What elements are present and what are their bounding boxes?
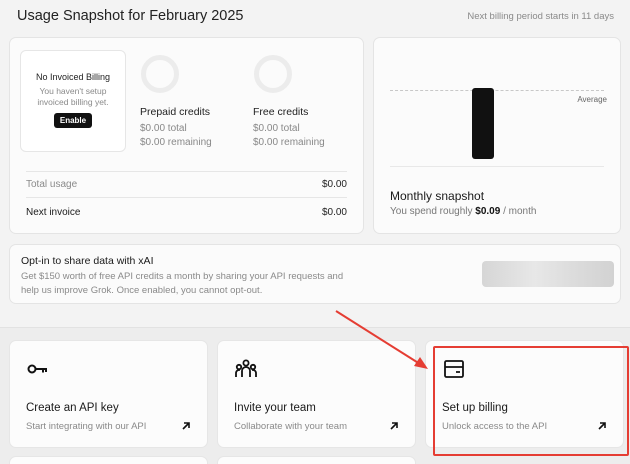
divider <box>26 171 347 172</box>
page-title: Usage Snapshot for February 2025 <box>17 8 244 24</box>
billing-period-note: Next billing period starts in 11 days <box>467 11 614 22</box>
chart-baseline <box>390 166 604 167</box>
action-title: Create an API key <box>26 402 119 414</box>
optin-title: Opt-in to share data with xAI <box>21 255 154 267</box>
optin-description: Get $150 worth of free API credits a mon… <box>21 270 381 298</box>
invoiced-billing-title: No Invoiced Billing <box>35 72 111 82</box>
arrow-up-right-icon <box>182 422 190 430</box>
enable-button[interactable]: Enable <box>53 113 93 128</box>
create-api-key-card[interactable]: Create an API key Start integrating with… <box>9 340 208 448</box>
divider <box>26 197 347 198</box>
prepaid-credits-title: Prepaid credits <box>140 106 211 118</box>
action-subtitle: Start integrating with our API <box>26 421 147 432</box>
free-credits: Free credits $0.00 total $0.00 remaining <box>253 106 325 150</box>
next-invoice-value: $0.00 <box>321 207 347 218</box>
free-credits-total: $0.00 total <box>253 123 300 134</box>
next-row-card <box>217 456 416 464</box>
action-title: Invite your team <box>234 402 316 414</box>
action-subtitle: Collaborate with your team <box>234 421 347 432</box>
team-icon <box>235 359 257 377</box>
invite-team-card[interactable]: Invite your team Collaborate with your t… <box>217 340 416 448</box>
total-usage-label: Total usage <box>26 179 78 190</box>
data-sharing-optin-card: Opt-in to share data with xAI Get $150 w… <box>9 244 621 304</box>
monthly-snapshot-title: Monthly snapshot <box>390 189 485 203</box>
invoiced-billing-box: No Invoiced Billing You haven't setup in… <box>20 50 126 152</box>
arrow-up-right-icon <box>390 422 398 430</box>
next-invoice-label: Next invoice <box>26 207 81 218</box>
optin-line-1: Get $150 worth of free API credits a mon… <box>21 271 344 282</box>
average-label: Average <box>577 95 607 104</box>
prepaid-credits-ring-icon <box>141 55 179 93</box>
spend-prefix: You spend roughly <box>390 206 473 217</box>
free-credits-title: Free credits <box>253 106 309 118</box>
invoiced-billing-subtitle: You haven't setup invoiced billing yet. <box>37 86 109 107</box>
optin-toggle-blurred[interactable] <box>482 261 614 287</box>
monthly-snapshot-subtitle: You spend roughly $0.09 / month <box>390 206 536 217</box>
next-row-card <box>9 456 208 464</box>
prepaid-credits: Prepaid credits $0.00 total $0.00 remain… <box>140 106 212 150</box>
average-line <box>390 90 604 91</box>
spend-suffix: / month <box>503 206 537 217</box>
key-icon <box>27 364 47 374</box>
monthly-snapshot-card: Average Monthly snapshot You spend rough… <box>373 37 621 234</box>
optin-line-2: help us improve Grok. Once enabled, you … <box>21 285 263 296</box>
prepaid-credits-remaining: $0.00 remaining <box>140 137 212 148</box>
usage-card: No Invoiced Billing You haven't setup in… <box>9 37 364 234</box>
free-credits-ring-icon <box>254 55 292 93</box>
free-credits-remaining: $0.00 remaining <box>253 137 325 148</box>
prepaid-credits-total: $0.00 total <box>140 123 187 134</box>
spend-amount: $0.09 <box>475 206 501 217</box>
annotation-highlight-box <box>433 346 629 456</box>
spend-bar <box>472 88 494 159</box>
total-usage-value: $0.00 <box>321 179 347 190</box>
